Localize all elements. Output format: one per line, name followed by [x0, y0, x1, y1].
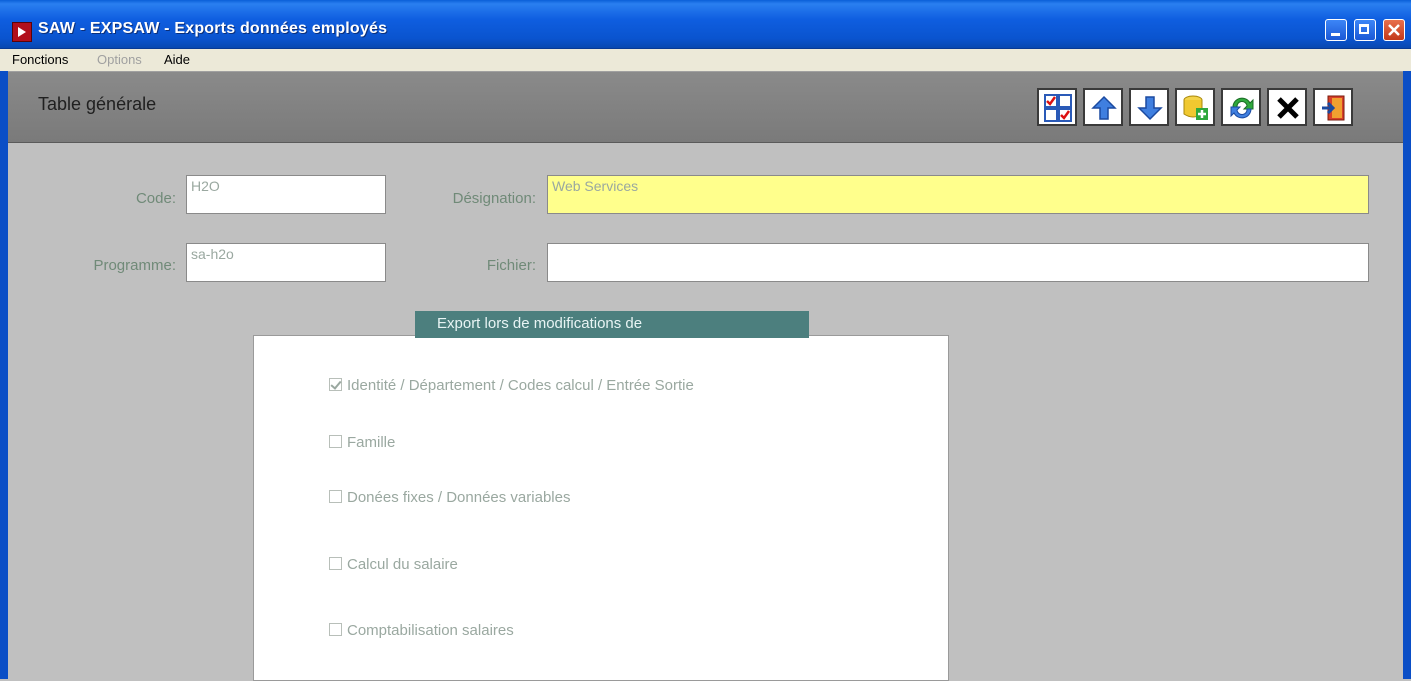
fichier-label: Fichier: — [486, 257, 536, 274]
option-comptabilisation-label: Comptabilisation salaires — [347, 622, 514, 639]
add-record-icon — [1183, 95, 1208, 120]
famille-checkbox[interactable] — [329, 435, 342, 448]
window-frame-left — [0, 71, 8, 679]
donnees-checkbox[interactable] — [329, 490, 342, 503]
maximize-button[interactable] — [1354, 19, 1376, 41]
designation-field[interactable]: Web Services — [547, 175, 1369, 214]
page-title: Table générale — [38, 94, 157, 114]
fichier-field[interactable] — [547, 243, 1369, 282]
exit-button[interactable] — [1313, 88, 1353, 126]
menu-options[interactable]: Options — [97, 52, 142, 67]
option-donnees-label: Donées fixes / Données variables — [347, 489, 571, 506]
delete-button[interactable] — [1267, 88, 1307, 126]
title-bar[interactable]: SAW - EXPSAW - Exports données employés — [0, 0, 1411, 49]
exit-icon — [1322, 95, 1345, 121]
option-calcul-salaire[interactable]: Calcul du salaire — [329, 556, 458, 573]
option-famille[interactable]: Famille — [329, 434, 395, 451]
move-up-button[interactable] — [1083, 88, 1123, 126]
refresh-icon — [1230, 97, 1254, 119]
option-identite-label: Identité / Département / Codes calcul / … — [347, 377, 694, 394]
header-band: Table générale — [8, 72, 1403, 143]
programme-label: Programme: — [93, 257, 176, 274]
window-frame-right — [1403, 71, 1411, 679]
programme-field[interactable]: sa-h2o — [186, 243, 386, 282]
app-icon[interactable] — [12, 22, 32, 42]
comptabilisation-checkbox[interactable] — [329, 623, 342, 636]
code-label: Code: — [135, 190, 176, 207]
add-record-button[interactable] — [1175, 88, 1215, 126]
delete-icon — [1277, 97, 1299, 119]
minimize-button[interactable] — [1325, 19, 1347, 41]
code-field[interactable]: H2O — [186, 175, 386, 214]
option-identite[interactable]: Identité / Département / Codes calcul / … — [329, 377, 694, 394]
move-down-button[interactable] — [1129, 88, 1169, 126]
identite-checkbox[interactable] — [329, 378, 342, 391]
close-button[interactable] — [1383, 19, 1405, 41]
designation-label: Désignation: — [452, 190, 536, 207]
option-donnees[interactable]: Donées fixes / Données variables — [329, 489, 570, 506]
close-icon — [1388, 24, 1400, 36]
arrow-down-icon — [1137, 96, 1163, 121]
calcul-salaire-checkbox[interactable] — [329, 557, 342, 570]
minimize-icon — [1331, 33, 1340, 36]
window-title: SAW - EXPSAW - Exports données employés — [38, 20, 388, 37]
menu-fonctions[interactable]: Fonctions — [12, 52, 68, 67]
maximize-icon — [1359, 24, 1369, 34]
menu-bar: Fonctions Options Aide — [0, 49, 1411, 72]
export-group-title: Export lors de modifications de — [415, 311, 809, 338]
menu-aide[interactable]: Aide — [164, 52, 190, 67]
option-comptabilisation[interactable]: Comptabilisation salaires — [329, 622, 514, 639]
option-famille-label: Famille — [347, 434, 396, 451]
refresh-button[interactable] — [1221, 88, 1261, 126]
option-calcul-salaire-label: Calcul du salaire — [347, 556, 458, 573]
select-grid-button[interactable] — [1037, 88, 1077, 126]
checklist-grid-icon — [1044, 94, 1072, 122]
arrow-up-icon — [1091, 95, 1117, 120]
